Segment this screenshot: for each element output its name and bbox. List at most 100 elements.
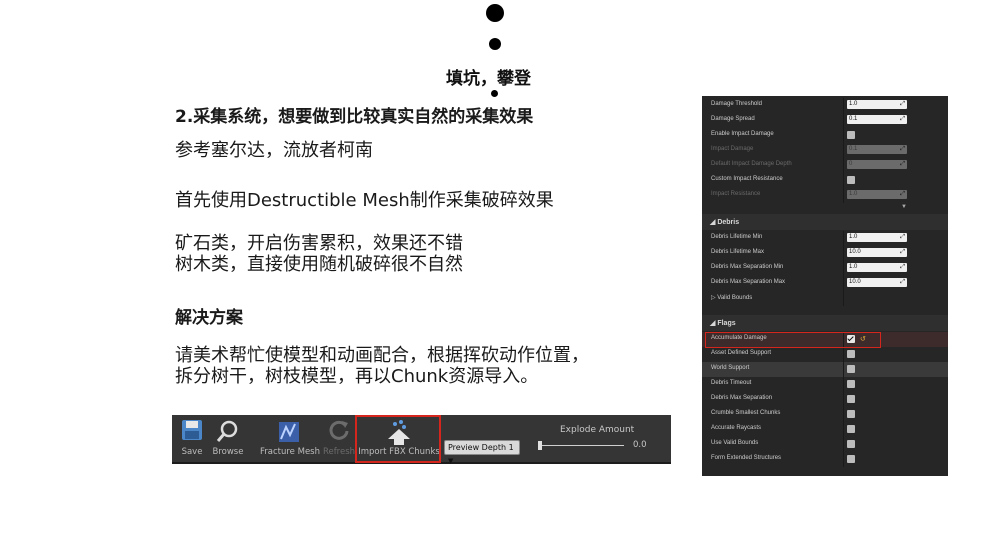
property-row-use-valid-bounds: Use Valid Bounds bbox=[702, 437, 948, 452]
numeric-field[interactable]: 1.0 ⤢ bbox=[847, 233, 907, 242]
numeric-field[interactable]: 1.0 ⤢ bbox=[847, 263, 907, 272]
column-divider bbox=[843, 113, 844, 128]
property-row-debris-timeout: Debris Timeout bbox=[702, 377, 948, 392]
property-row-valid-bounds: ▷ Valid Bounds bbox=[702, 291, 948, 306]
property-row-debris-max-separation-max: Debris Max Separation Max 10.0 ⤢ bbox=[702, 276, 948, 291]
spin-arrows-icon: ⤢ bbox=[900, 264, 905, 270]
preview-depth-label: Preview Depth 1 bbox=[448, 443, 514, 452]
column-divider bbox=[843, 246, 844, 261]
property-name: Default Impact Damage Depth bbox=[711, 161, 792, 167]
property-row-debris-lifetime-min: Debris Lifetime Min 1.0 ⤢ bbox=[702, 231, 948, 246]
topic-title: 2.采集系统，想要做到比较真实自然的采集效果 bbox=[175, 107, 534, 127]
browse-button[interactable]: Browse bbox=[210, 415, 246, 462]
fracture-mesh-label: Fracture Mesh bbox=[260, 447, 320, 457]
save-label: Save bbox=[181, 447, 203, 457]
reference-text: 参考塞尔达，流放者柯南 bbox=[175, 140, 373, 161]
spin-arrows-icon: ⤢ bbox=[900, 234, 905, 240]
property-name: Debris Max Separation bbox=[711, 395, 773, 401]
property-name: World Support bbox=[711, 365, 750, 371]
property-row-impact-damage: Impact Damage 0.1 ⤢ bbox=[702, 143, 948, 158]
checkbox[interactable] bbox=[847, 176, 855, 184]
column-divider bbox=[843, 173, 844, 188]
checkbox[interactable] bbox=[847, 350, 855, 358]
numeric-field[interactable]: 0.1 ⤢ bbox=[847, 115, 907, 124]
property-name: Crumble Smallest Chunks bbox=[711, 410, 781, 416]
debris-label: Debris bbox=[717, 219, 740, 226]
property-name: Damage Threshold bbox=[711, 101, 762, 107]
refresh-button[interactable]: Refresh bbox=[322, 415, 356, 462]
property-name: Impact Damage bbox=[711, 146, 754, 152]
column-divider bbox=[843, 128, 844, 143]
category-flags[interactable]: ◢ Flags bbox=[702, 315, 948, 331]
category-debris[interactable]: ◢ Debris bbox=[702, 214, 948, 230]
browse-label: Browse bbox=[212, 447, 244, 457]
fracture-mesh-button[interactable]: Fracture Mesh bbox=[260, 415, 320, 462]
accumulate-damage-highlight-box bbox=[705, 332, 881, 348]
property-row-world-support: World Support bbox=[702, 362, 948, 377]
fracture-mesh-icon bbox=[279, 422, 299, 442]
property-name: ▷ Valid Bounds bbox=[711, 295, 753, 301]
destructible-properties-panel: Damage Threshold 1.0 ⤢ Damage Spread 0.1 ⤢ Ena… bbox=[702, 96, 948, 476]
column-divider bbox=[843, 261, 844, 276]
column-divider bbox=[843, 437, 844, 452]
property-name: Form Extended Structures bbox=[711, 455, 782, 461]
checkbox[interactable] bbox=[847, 380, 855, 388]
numeric-field: 0 ⤢ bbox=[847, 160, 907, 169]
property-row-damage-spread: Damage Spread 0.1 ⤢ bbox=[702, 113, 948, 128]
checkbox[interactable] bbox=[847, 440, 855, 448]
property-row-debris-max-separation-min: Debris Max Separation Min 1.0 ⤢ bbox=[702, 261, 948, 276]
property-name: Asset Defined Support bbox=[711, 350, 772, 356]
numeric-field: 1.0 ⤢ bbox=[847, 190, 907, 199]
preview-depth-dropdown[interactable]: Preview Depth 1 ▼ bbox=[444, 440, 520, 465]
property-row-debris-max-separation: Debris Max Separation bbox=[702, 392, 948, 407]
property-name: Damage Spread bbox=[711, 116, 755, 122]
flags-label: Flags bbox=[717, 320, 736, 327]
refresh-label: Refresh bbox=[322, 447, 356, 457]
property-row-form-extended-structures: Form Extended Structures bbox=[702, 452, 948, 467]
spin-arrows-icon: ⤢ bbox=[900, 101, 905, 107]
spin-arrows-icon: ⤢ bbox=[900, 249, 905, 255]
spin-arrows-icon: ⤢ bbox=[900, 146, 905, 152]
scroll-down-icon[interactable]: ▼ bbox=[901, 204, 907, 210]
column-divider bbox=[843, 377, 844, 392]
bullet-dot-medium bbox=[489, 38, 501, 50]
property-name: Impact Resistance bbox=[711, 191, 761, 197]
numeric-field[interactable]: 10.0 ⤢ bbox=[847, 248, 907, 257]
explode-slider-thumb[interactable] bbox=[538, 441, 542, 450]
property-row-debris-lifetime-max: Debris Lifetime Max 10.0 ⤢ bbox=[702, 246, 948, 261]
column-divider bbox=[843, 347, 844, 362]
numeric-field[interactable]: 1.0 ⤢ bbox=[847, 100, 907, 109]
column-divider bbox=[843, 98, 844, 113]
checkbox[interactable] bbox=[847, 410, 855, 418]
solution-line-2: 拆分树干，树枝模型，再以Chunk资源导入。 bbox=[175, 366, 539, 387]
property-name: Debris Timeout bbox=[711, 380, 752, 386]
explode-slider-track[interactable] bbox=[539, 445, 624, 446]
checkbox[interactable] bbox=[847, 395, 855, 403]
magnifier-icon bbox=[216, 420, 238, 442]
property-row-accurate-raycasts: Accurate Raycasts bbox=[702, 422, 948, 437]
property-name: Use Valid Bounds bbox=[711, 440, 759, 446]
property-name: Debris Lifetime Max bbox=[711, 249, 765, 255]
solution-heading: 解决方案 bbox=[175, 308, 243, 328]
tree-result-text: 树木类，直接使用随机破碎很不自然 bbox=[175, 254, 463, 275]
spin-arrows-icon: ⤢ bbox=[900, 191, 905, 197]
property-row-asset-defined-support: Asset Defined Support bbox=[702, 347, 948, 362]
property-row-damage-threshold: Damage Threshold 1.0 ⤢ bbox=[702, 98, 948, 113]
column-divider bbox=[843, 188, 844, 203]
bullet-dot-small bbox=[491, 90, 498, 97]
refresh-icon bbox=[329, 420, 349, 440]
column-divider bbox=[843, 143, 844, 158]
save-button[interactable]: Save bbox=[176, 415, 208, 462]
spin-arrows-icon: ⤢ bbox=[900, 116, 905, 122]
numeric-field: 0.1 ⤢ bbox=[847, 145, 907, 154]
column-divider bbox=[843, 276, 844, 291]
property-name: Debris Lifetime Min bbox=[711, 234, 763, 240]
explode-amount-value: 0.0 bbox=[633, 440, 647, 450]
checkbox[interactable] bbox=[847, 365, 855, 373]
checkbox[interactable] bbox=[847, 131, 855, 139]
numeric-field[interactable]: 10.0 ⤢ bbox=[847, 278, 907, 287]
checkbox[interactable] bbox=[847, 455, 855, 463]
checkbox[interactable] bbox=[847, 425, 855, 433]
column-divider bbox=[843, 452, 844, 467]
column-divider bbox=[843, 422, 844, 437]
